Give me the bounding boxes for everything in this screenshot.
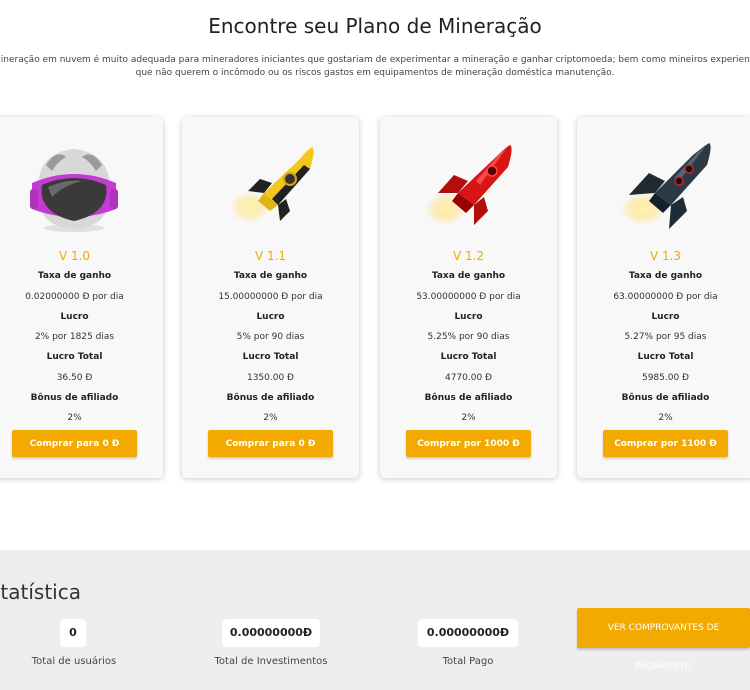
total-users-label: Total de usuários xyxy=(31,656,117,667)
yellow-rocket-icon xyxy=(182,135,359,235)
total-profit-label: Lucro Total xyxy=(46,352,103,362)
profit-label: Lucro xyxy=(454,312,483,322)
plan-version: V 1.0 xyxy=(58,249,91,263)
total-investments-label: Total de Investimentos xyxy=(214,656,328,667)
affiliate-bonus-value: 2% xyxy=(67,413,82,423)
payment-proofs-button[interactable]: VER COMPROVANTES DE xyxy=(577,608,750,648)
affiliate-bonus-label: Bônus de afiliado xyxy=(226,393,315,403)
buy-button-v13[interactable]: Comprar por 1100 Đ xyxy=(603,430,728,457)
total-profit-value: 36.50 Đ xyxy=(56,373,93,383)
plan-card-v10: V 1.0 Taxa de ganho 0.02000000 Đ por dia… xyxy=(0,117,163,478)
total-profit-value: 1350.00 Đ xyxy=(246,373,295,383)
buy-button-v10[interactable]: Comprar para 0 Đ xyxy=(12,430,137,457)
total-profit-label: Lucro Total xyxy=(242,352,299,362)
affiliate-bonus-value: 2% xyxy=(461,413,476,423)
rate-label: Taxa de ganho xyxy=(233,271,308,281)
profit-label: Lucro xyxy=(256,312,285,322)
buy-button-v11[interactable]: Comprar para 0 Đ xyxy=(208,430,333,457)
page-description: mineração em nuvem é muito adequada para… xyxy=(0,54,750,80)
plan-version: V 1.3 xyxy=(649,249,682,263)
rate-label: Taxa de ganho xyxy=(37,271,112,281)
profit-value: 5.27% por 95 dias xyxy=(624,332,707,342)
total-investments-value: 0.00000000Đ xyxy=(222,619,320,647)
description-line-1: mineração em nuvem é muito adequada para… xyxy=(0,55,750,65)
page-title: Encontre seu Plano de Mineração xyxy=(208,14,542,38)
statistics-section: statística 0 Total de usuários 0.0000000… xyxy=(0,550,750,690)
profit-value: 5% por 90 dias xyxy=(236,332,305,342)
total-profit-value: 4770.00 Đ xyxy=(444,373,493,383)
total-profit-value: 5985.00 Đ xyxy=(641,373,690,383)
profit-value: 2% por 1825 dias xyxy=(34,332,115,342)
rate-value: 63.00000000 Đ por dia xyxy=(613,292,718,302)
astronaut-helmet-icon xyxy=(0,135,163,235)
affiliate-bonus-label: Bônus de afiliado xyxy=(30,393,119,403)
red-rocket-icon xyxy=(380,135,557,235)
plan-card-v11: V 1.1 Taxa de ganho 15.00000000 Đ por di… xyxy=(182,117,359,478)
plan-version: V 1.1 xyxy=(254,249,287,263)
affiliate-bonus-value: 2% xyxy=(263,413,278,423)
total-paid-value: 0.00000000Đ xyxy=(418,619,518,647)
rate-label: Taxa de ganho xyxy=(628,271,703,281)
affiliate-bonus-value: 2% xyxy=(658,413,673,423)
rate-label: Taxa de ganho xyxy=(431,271,506,281)
plan-version: V 1.2 xyxy=(452,249,485,263)
affiliate-bonus-label: Bônus de afiliado xyxy=(424,393,513,403)
rate-value: 53.00000000 Đ por dia xyxy=(416,292,521,302)
plans-section: V 1.0 Taxa de ganho 0.02000000 Đ por dia… xyxy=(0,117,750,482)
profit-label: Lucro xyxy=(60,312,89,322)
profit-value: 5.25% por 90 dias xyxy=(427,332,510,342)
buy-button-v12[interactable]: Comprar por 1000 Đ xyxy=(406,430,531,457)
rate-value: 0.02000000 Đ por dia xyxy=(25,292,124,302)
plan-card-v12: V 1.2 Taxa de ganho 53.00000000 Đ por di… xyxy=(380,117,557,478)
description-line-2: que não querem o incômodo ou os riscos g… xyxy=(135,68,615,78)
profit-label: Lucro xyxy=(651,312,680,322)
total-paid-label: Total Pago xyxy=(442,656,494,667)
total-users-value: 0 xyxy=(60,619,86,647)
plan-card-v13: V 1.3 Taxa de ganho 63.00000000 Đ por di… xyxy=(577,117,750,478)
rate-value: 15.00000000 Đ por dia xyxy=(218,292,323,302)
payment-proofs-button-line2: PAGAMENTO xyxy=(635,662,692,672)
dark-rocket-icon xyxy=(577,135,750,235)
total-profit-label: Lucro Total xyxy=(637,352,694,362)
statistics-title: statística xyxy=(0,580,81,604)
total-profit-label: Lucro Total xyxy=(440,352,497,362)
affiliate-bonus-label: Bônus de afiliado xyxy=(621,393,710,403)
